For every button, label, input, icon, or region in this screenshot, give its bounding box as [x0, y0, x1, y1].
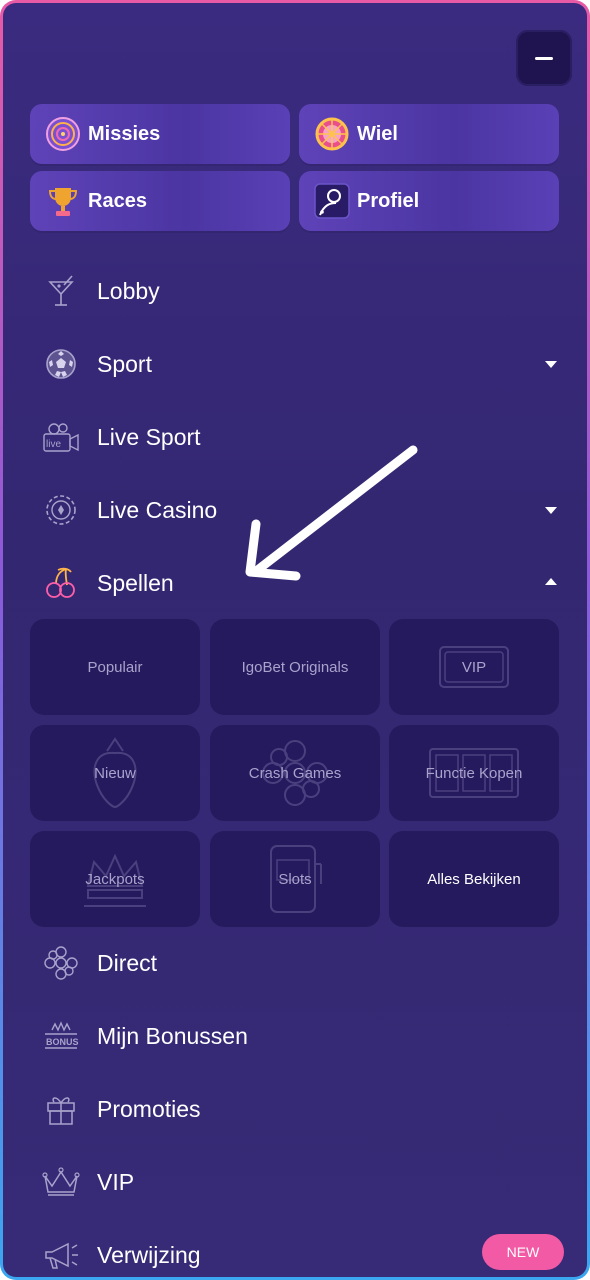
- gift-icon: [41, 1089, 81, 1129]
- profiel-button[interactable]: Profiel: [299, 171, 559, 231]
- games-tile-nieuw[interactable]: Nieuw: [30, 725, 200, 821]
- tile-label: Alles Bekijken: [427, 870, 521, 888]
- trophy-icon: [44, 182, 82, 220]
- minus-icon: [535, 56, 553, 60]
- races-button[interactable]: Races: [30, 171, 290, 231]
- flower-icon: [41, 943, 81, 983]
- target-icon: [44, 115, 82, 153]
- menu-label-promoties: Promoties: [97, 1095, 201, 1122]
- wheel-icon: [313, 115, 351, 153]
- games-tile-crash-games[interactable]: Crash Games: [210, 725, 380, 821]
- annotation-arrow-icon: [245, 445, 418, 581]
- games-tile-jackpots[interactable]: Jackpots: [30, 831, 200, 927]
- menu-label-mijn-bonussen: Mijn Bonussen: [97, 1022, 248, 1049]
- tile-label: Populair: [87, 658, 143, 676]
- menu-label-direct: Direct: [97, 949, 158, 976]
- menu-label-lobby: Lobby: [97, 277, 160, 304]
- menu-item-promoties[interactable]: Promoties: [33, 1081, 563, 1137]
- profiel-label: Profiel: [357, 189, 420, 212]
- games-tile-igobet-originals[interactable]: IgoBet Originals: [210, 619, 380, 715]
- wiel-button[interactable]: Wiel: [299, 104, 559, 164]
- new-badge: NEW: [482, 1234, 564, 1270]
- crown-icon: [41, 1162, 81, 1202]
- chevron-up-icon[interactable]: [545, 578, 557, 585]
- profile-icon: [313, 182, 351, 220]
- bonus-icon: BONUS: [41, 1016, 81, 1056]
- chevron-down-icon[interactable]: [545, 507, 557, 514]
- tile-label: Functie Kopen: [425, 764, 523, 782]
- missies-button[interactable]: Missies: [30, 104, 290, 164]
- side-menu-panel: Missies Wiel Races Profiel Lobby Sport l…: [3, 3, 587, 1277]
- chevron-down-icon[interactable]: [545, 361, 557, 368]
- menu-label-sport: Sport: [97, 350, 152, 377]
- menu-item-sport[interactable]: Sport: [33, 336, 563, 392]
- megaphone-icon: [41, 1235, 81, 1275]
- menu-item-lobby[interactable]: Lobby: [33, 263, 563, 319]
- missies-label: Missies: [88, 122, 161, 145]
- cherries-icon: [41, 563, 81, 603]
- menu-frame: Missies Wiel Races Profiel Lobby Sport l…: [0, 0, 590, 1280]
- games-tile-functie-kopen[interactable]: Functie Kopen: [389, 725, 559, 821]
- games-tile-vip[interactable]: VIP: [389, 619, 559, 715]
- svg-text:live: live: [46, 439, 61, 450]
- menu-label-verwijzing: Verwijzing: [97, 1241, 201, 1268]
- tile-label: VIP: [461, 658, 487, 676]
- collapse-menu-button[interactable]: [516, 30, 572, 86]
- tile-label: IgoBet Originals: [241, 658, 349, 676]
- cocktail-icon: [41, 271, 81, 311]
- menu-item-direct[interactable]: Direct: [33, 935, 563, 991]
- tile-label: Jackpots: [85, 870, 145, 888]
- soccer-ball-icon: [41, 344, 81, 384]
- tile-label: Nieuw: [94, 764, 136, 782]
- svg-text:BONUS: BONUS: [46, 1037, 79, 1047]
- menu-item-vip[interactable]: VIP: [33, 1154, 563, 1210]
- games-tile-alles-bekijken[interactable]: Alles Bekijken: [389, 831, 559, 927]
- live-camera-icon: live: [41, 417, 81, 457]
- menu-label-live-casino: Live Casino: [97, 496, 218, 523]
- casino-chip-icon: [41, 490, 81, 530]
- games-tile-populair[interactable]: Populair: [30, 619, 200, 715]
- menu-item-mijn-bonussen[interactable]: BONUS Mijn Bonussen: [33, 1008, 563, 1064]
- races-label: Races: [88, 189, 147, 212]
- wiel-label: Wiel: [357, 122, 398, 145]
- tile-label: Slots: [278, 870, 312, 888]
- games-tile-slots[interactable]: Slots: [210, 831, 380, 927]
- tile-label: Crash Games: [248, 764, 342, 782]
- menu-label-spellen: Spellen: [97, 569, 174, 596]
- menu-label-live-sport: Live Sport: [97, 423, 201, 450]
- menu-label-vip: VIP: [97, 1168, 135, 1195]
